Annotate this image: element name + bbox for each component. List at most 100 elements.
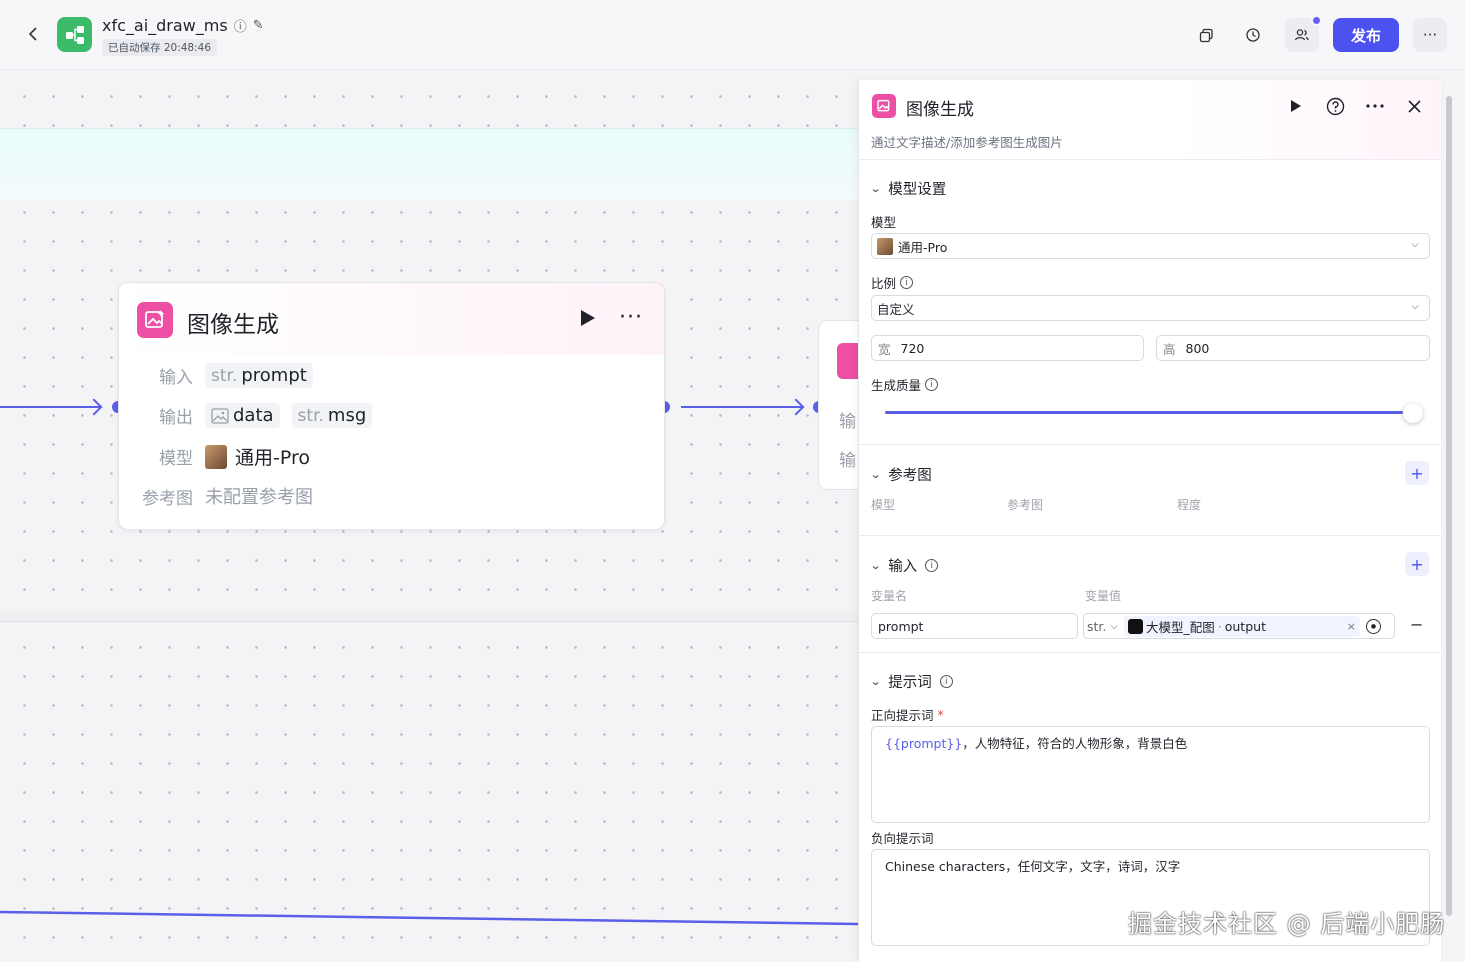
edge-outgoing[interactable] [681, 406, 802, 408]
node-more-button[interactable]: ··· [619, 305, 643, 330]
run-button[interactable] [1284, 94, 1308, 118]
model-select[interactable]: 通用-Pro ⌵ [871, 233, 1430, 259]
model-label: 模型 [159, 449, 193, 469]
clear-icon[interactable]: × [1347, 620, 1356, 633]
history-icon [1246, 28, 1260, 42]
node-header: 图像生成 ··· [119, 283, 664, 355]
help-button[interactable] [1323, 94, 1347, 118]
app-title: xfc_ai_draw_ms ⓘ ✎ [102, 16, 264, 35]
autosave-status: 已自动保存 20:48:46 [102, 39, 217, 56]
info-icon[interactable]: i [925, 559, 939, 572]
node-title: 图像生成 [187, 312, 279, 338]
var-ref-chip[interactable]: 大模型_配图 · output × [1123, 615, 1360, 637]
info-icon[interactable]: i [939, 675, 953, 688]
input-chip: str. prompt [205, 363, 313, 388]
chevron-down-icon: ⌄ [869, 182, 882, 195]
node-input-row: 输入 str. prompt [137, 363, 313, 388]
workflow-canvas[interactable]: 图像生成 ··· 输入 str. prompt 输出 data str. msg 模… [0, 70, 858, 962]
model-field-label: 模型 [871, 215, 897, 230]
chevron-down-icon: ⌵ [1110, 620, 1118, 632]
help-icon [1326, 97, 1344, 115]
history-button[interactable] [1236, 18, 1270, 52]
copy-button[interactable] [1189, 18, 1223, 52]
panel-header: 图像生成 通过文字描述/添加参考图生成图片 [859, 80, 1441, 160]
notification-badge [1311, 15, 1322, 26]
divider [859, 652, 1441, 653]
close-button[interactable] [1402, 94, 1426, 118]
workflow-icon [65, 25, 84, 44]
copy-icon [1199, 28, 1213, 42]
info-icon[interactable]: i [925, 378, 939, 391]
more-button[interactable]: ··· [1413, 18, 1447, 52]
image-icon [837, 343, 858, 379]
edit-icon[interactable]: ✎ [253, 18, 264, 33]
edge-bottom[interactable] [0, 905, 858, 935]
ref-value: 未配置参考图 [205, 487, 313, 508]
top-bar: xfc_ai_draw_ms ⓘ ✎ 已自动保存 20:48:46 发布 ··· [0, 0, 1465, 70]
section-prompt[interactable]: ⌄ 提示词 i [869, 671, 953, 692]
input-label: 输入 [159, 368, 193, 388]
collaborators-button[interactable] [1285, 15, 1322, 52]
group-band-divider [0, 610, 858, 622]
back-button[interactable] [22, 22, 46, 46]
var-value-input[interactable]: str. ⌵ 大模型_配图 · output × ● [1083, 613, 1395, 639]
ratio-select[interactable]: 自定义 ⌵ [871, 295, 1430, 321]
app-icon [57, 17, 92, 52]
ref-label: 参考图 [142, 488, 193, 509]
image-generation-node[interactable]: 图像生成 ··· 输入 str. prompt 输出 data str. msg 模… [118, 282, 665, 530]
llm-node-icon [1127, 618, 1143, 634]
chevron-down-icon: ⌄ [869, 468, 882, 481]
var-type-select[interactable]: str. ⌵ [1087, 619, 1118, 634]
users-icon [1294, 29, 1309, 41]
play-icon [1291, 100, 1301, 112]
run-node-button[interactable] [580, 309, 596, 332]
section-reference-image[interactable]: ⌄ 参考图 [869, 464, 932, 485]
divider [859, 444, 1441, 445]
chevron-down-icon: ⌄ [869, 559, 882, 572]
chevron-left-icon [28, 27, 37, 41]
info-icon[interactable]: ⓘ [234, 16, 247, 35]
publish-button[interactable]: 发布 [1333, 18, 1399, 52]
node-ref-row: 参考图 未配置参考图 [119, 483, 313, 509]
close-icon [1407, 99, 1421, 113]
add-reference-button[interactable]: + [1405, 461, 1429, 485]
model-avatar-icon [877, 237, 893, 255]
info-icon[interactable]: i [900, 276, 914, 289]
panel-subtitle: 通过文字描述/添加参考图生成图片 [871, 135, 1063, 150]
node-config-panel: 图像生成 通过文字描述/添加参考图生成图片 ⌄ 模型设置 模型 通用-Pro ⌵… [858, 80, 1441, 962]
image-type-icon [211, 407, 229, 424]
image-icon [872, 94, 896, 118]
output-chip-data: data [205, 403, 280, 428]
panel-scrollbar[interactable] [1446, 96, 1452, 916]
model-avatar-icon [205, 444, 227, 469]
var-name-input[interactable]: prompt [871, 613, 1078, 639]
width-input[interactable]: 宽 720 [871, 335, 1144, 361]
variable-picker-icon[interactable]: ● [1365, 618, 1381, 634]
panel-more-button[interactable] [1363, 94, 1387, 118]
quality-slider-track[interactable] [885, 411, 1403, 414]
add-input-button[interactable]: + [1405, 552, 1429, 576]
arrow-icon [787, 398, 805, 416]
more-icon [1366, 104, 1384, 108]
chevron-down-icon: ⌵ [1411, 301, 1419, 312]
model-value: 通用-Pro [235, 447, 310, 469]
chevron-down-icon: ⌄ [869, 675, 882, 688]
height-input[interactable]: 高 800 [1156, 335, 1430, 361]
ref-col-model: 模型 [871, 498, 896, 512]
next-node[interactable]: 输 输 [818, 320, 858, 490]
group-band [0, 128, 858, 200]
panel-title: 图像生成 [906, 100, 974, 120]
chevron-down-icon: ⌵ [1411, 239, 1419, 250]
image-icon [137, 302, 173, 338]
next-node-label: 输 [839, 412, 856, 432]
positive-prompt-textarea[interactable]: {{prompt}}，人物特征，符合的人物形象，背景白色 [871, 726, 1430, 823]
watermark: 掘金技术社区 @ 后端小肥肠 [1128, 910, 1446, 938]
remove-input-button[interactable]: − [1410, 615, 1423, 634]
output-chip-msg: str. msg [291, 403, 373, 428]
play-icon [581, 310, 595, 326]
quality-field-label: 生成质量 i [871, 375, 939, 394]
quality-slider-thumb[interactable] [1403, 403, 1423, 423]
section-input[interactable]: ⌄ 输入 i [869, 555, 939, 576]
node-model-row: 模型 通用-Pro [137, 443, 310, 470]
section-model-settings[interactable]: ⌄ 模型设置 [869, 178, 947, 199]
